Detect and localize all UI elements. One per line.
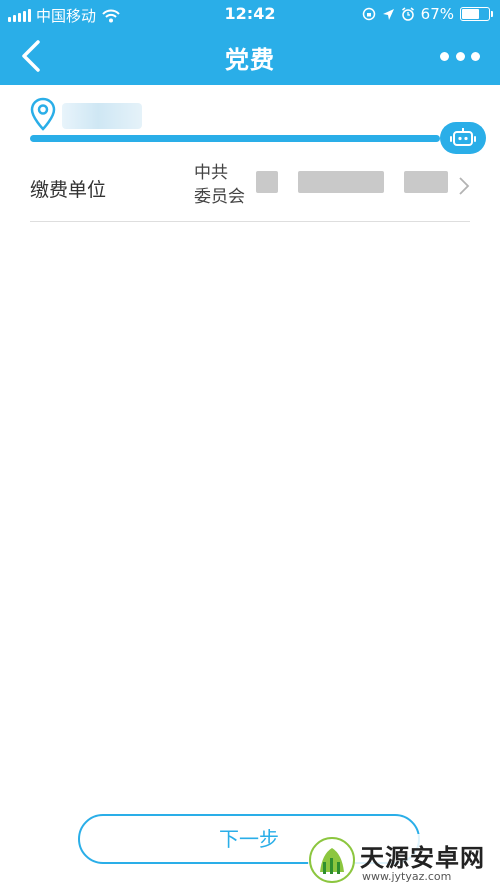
payment-unit-row[interactable]: 缴费单位 中共 委员会 <box>30 152 470 222</box>
battery-percent: 67% <box>420 5 454 23</box>
robot-icon <box>450 128 476 146</box>
location-pin-icon <box>30 97 56 131</box>
payment-unit-label: 缴费单位 <box>30 179 107 201</box>
status-right: 67% <box>362 5 493 23</box>
redacted-block <box>256 171 278 193</box>
nav-bar: 党费 <box>0 28 500 85</box>
location-text-redacted <box>62 103 142 129</box>
redacted-block <box>404 171 448 193</box>
status-bar: 中国移动 12:42 67% <box>0 0 500 28</box>
location-section <box>0 85 500 154</box>
page-title: 党费 <box>225 46 275 74</box>
watermark-url: www.jytyaz.com <box>362 870 452 883</box>
battery-fill <box>462 9 480 19</box>
redacted-block <box>298 171 384 193</box>
location-underline <box>30 135 440 142</box>
watermark: 天源安卓网 www.jytyaz.com <box>308 834 500 889</box>
location-arrow-icon <box>382 8 394 20</box>
battery-icon <box>460 7 493 21</box>
chevron-left-icon[interactable] <box>14 38 50 74</box>
more-dots-icon[interactable] <box>440 46 480 66</box>
rotation-lock-icon <box>362 7 375 21</box>
robot-assistant-button[interactable] <box>440 122 486 154</box>
chevron-right-icon <box>459 177 470 195</box>
alarm-icon <box>401 7 414 21</box>
android-logo-icon <box>309 837 355 883</box>
watermark-title: 天源安卓网 <box>360 844 485 872</box>
